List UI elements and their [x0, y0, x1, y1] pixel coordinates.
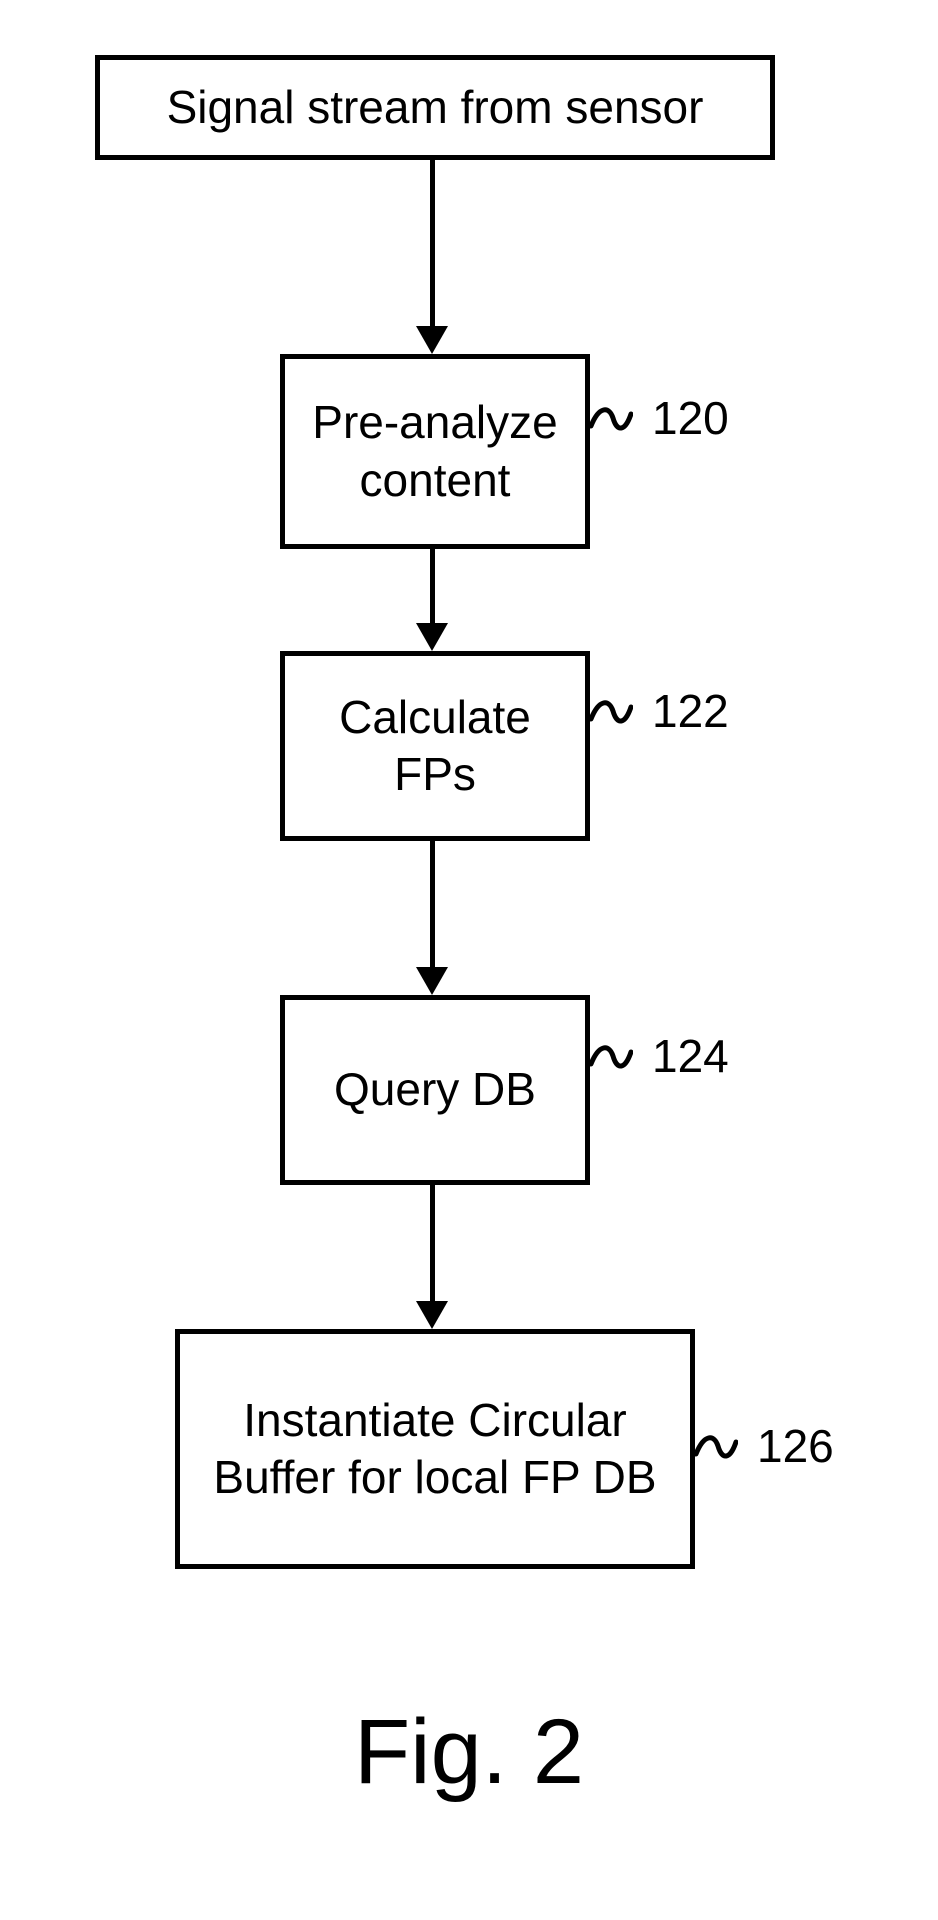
box-calc-fps: Calculate FPs — [280, 651, 590, 841]
arrow-preanalyze-to-calcfps — [430, 549, 435, 627]
box-query-db-text: Query DB — [334, 1061, 536, 1119]
arrow-head-1 — [416, 326, 448, 354]
tilde-preanalyze — [589, 402, 633, 436]
tilde-calcfps — [589, 695, 633, 729]
tilde-circbuf — [694, 1430, 738, 1464]
arrow-source-to-preanalyze — [430, 160, 435, 330]
figure-caption: Fig. 2 — [0, 1700, 938, 1805]
box-preanalyze-text: Pre-analyze content — [299, 394, 571, 509]
arrow-querydb-to-circbuf — [430, 1185, 435, 1305]
arrow-head-3 — [416, 967, 448, 995]
arrow-head-2 — [416, 623, 448, 651]
arrow-calcfps-to-querydb — [430, 841, 435, 971]
ref-preanalyze: 120 — [652, 395, 729, 441]
arrow-head-4 — [416, 1301, 448, 1329]
box-signal-source-text: Signal stream from sensor — [167, 79, 704, 137]
box-query-db: Query DB — [280, 995, 590, 1185]
box-circular-buffer: Instantiate Circular Buffer for local FP… — [175, 1329, 695, 1569]
box-signal-source: Signal stream from sensor — [95, 55, 775, 160]
tilde-querydb — [589, 1040, 633, 1074]
ref-querydb: 124 — [652, 1033, 729, 1079]
box-preanalyze: Pre-analyze content — [280, 354, 590, 549]
box-calc-fps-text: Calculate FPs — [299, 689, 571, 804]
ref-circbuf: 126 — [757, 1423, 834, 1469]
box-circular-buffer-text: Instantiate Circular Buffer for local FP… — [194, 1392, 676, 1507]
flowchart-canvas: Signal stream from sensor Pre-analyze co… — [0, 0, 938, 1920]
ref-calcfps: 122 — [652, 688, 729, 734]
